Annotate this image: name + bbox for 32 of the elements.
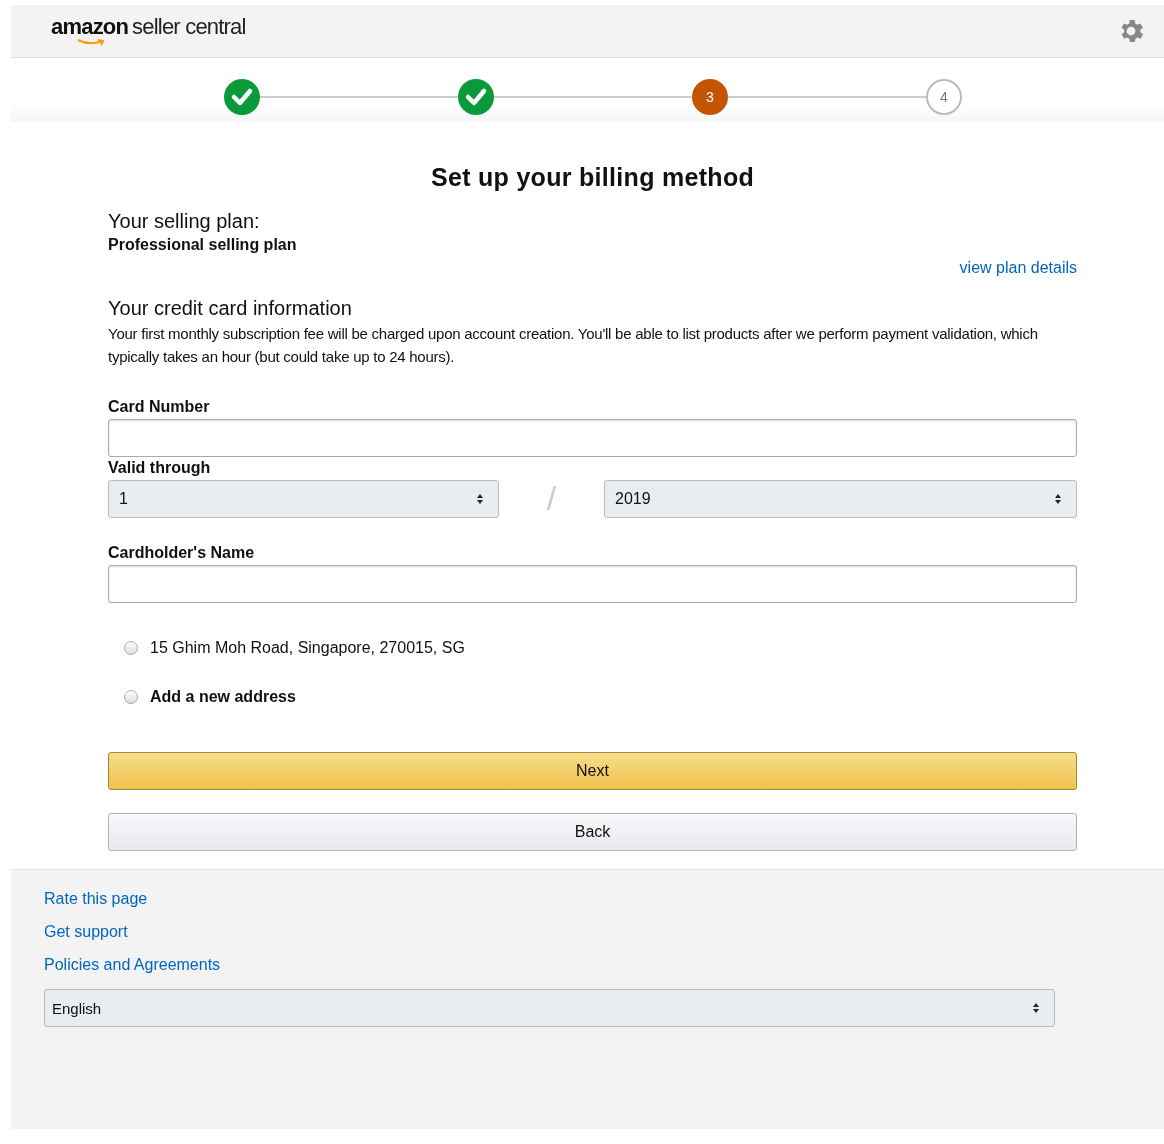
footer-link[interactable]: Rate this page xyxy=(44,890,148,908)
plan-name: Professional selling plan xyxy=(108,236,298,254)
address-option-label[interactable]: Add a new address xyxy=(150,687,296,706)
year-select[interactable]: 2019 xyxy=(604,479,1077,518)
section-heading: Your selling plan: xyxy=(108,210,261,233)
cardholder-name-field[interactable] xyxy=(108,565,1077,603)
language-select[interactable]: English xyxy=(44,989,1055,1027)
description-text: Your first monthly subscription fee will be charged upon account creation. You'll be able to list products after we perform payment validation, which typically takes an hour (but could take up to 24 hours). xyxy=(108,324,1038,367)
field-label: Valid through xyxy=(108,459,212,477)
back-button[interactable]: Back xyxy=(108,813,1077,851)
field-label: Cardholder's Name xyxy=(108,544,256,562)
logo-product-text: seller central xyxy=(132,16,246,38)
view-plan-details-link[interactable]: view plan details xyxy=(108,259,1077,277)
section-heading: Your credit card information xyxy=(108,297,353,320)
radio-button[interactable] xyxy=(124,640,138,655)
next-button[interactable]: Next xyxy=(108,752,1077,790)
radio-button[interactable] xyxy=(124,689,138,704)
smile-arrow-icon xyxy=(77,39,105,46)
page-title: Set up your billing method xyxy=(429,163,756,192)
card-number-field[interactable] xyxy=(108,419,1077,457)
step-number: 4 xyxy=(926,79,962,115)
dropdown-caret-icon xyxy=(1032,1002,1040,1014)
dropdown-caret-icon xyxy=(1054,492,1062,505)
logo-brand-text: amazon xyxy=(51,16,129,38)
month-select[interactable]: 1 xyxy=(108,479,499,518)
field-label: Card Number xyxy=(108,398,211,416)
dropdown-caret-icon xyxy=(476,492,484,505)
footer-link[interactable]: Get support xyxy=(44,923,128,941)
date-separator: / xyxy=(545,479,558,518)
footer-link[interactable]: Policies and Agreements xyxy=(44,956,221,974)
step-number: 3 xyxy=(692,79,728,115)
address-option-label[interactable]: 15 Ghim Moh Road, Singapore, 270015, SG xyxy=(150,638,465,657)
